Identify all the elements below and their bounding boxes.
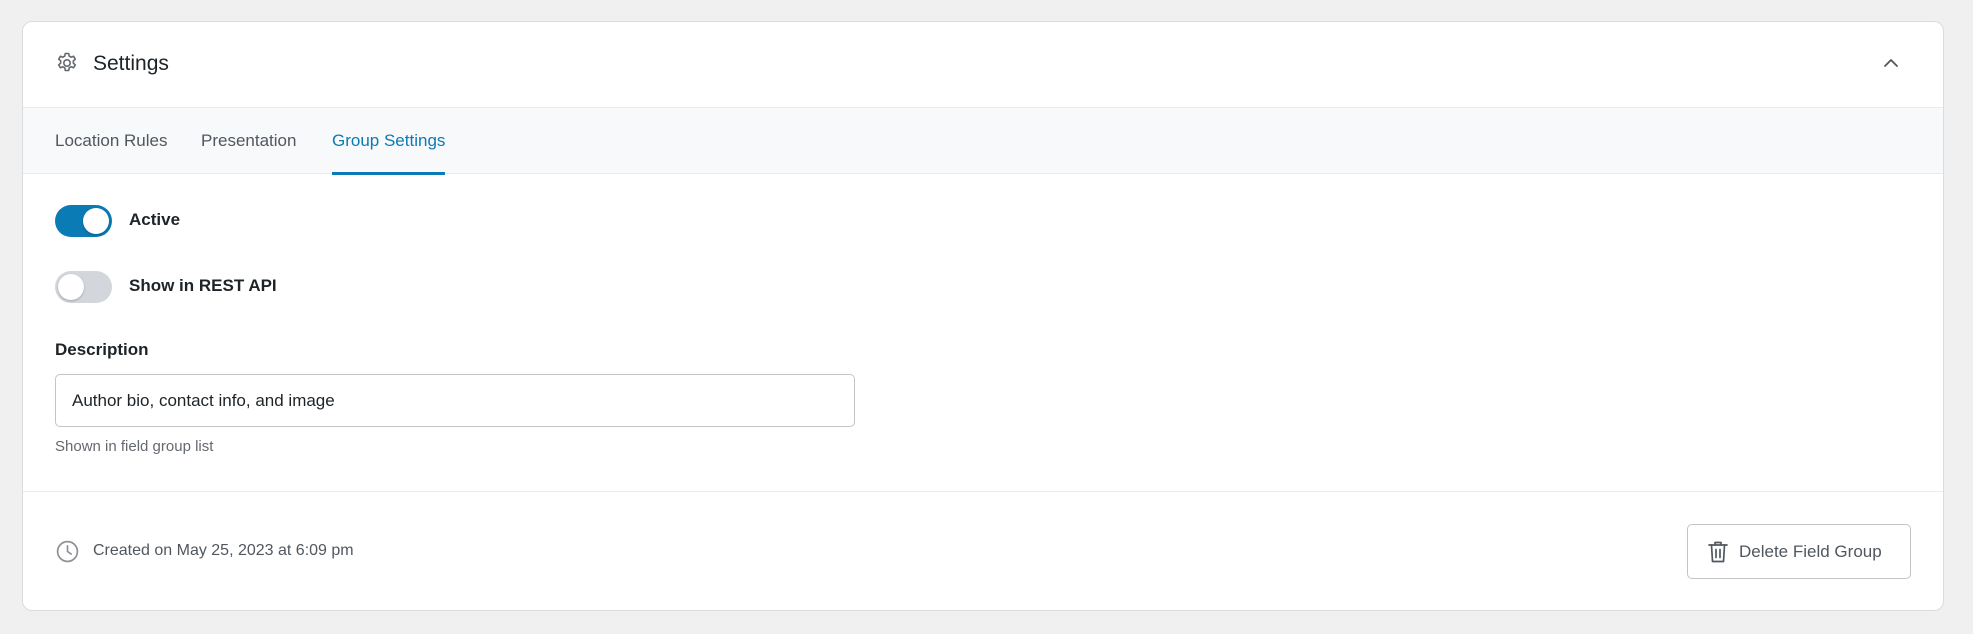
active-toggle[interactable] — [55, 205, 112, 237]
clock-icon — [55, 539, 80, 564]
panel-header[interactable]: Settings — [23, 22, 1943, 108]
description-field[interactable] — [55, 374, 855, 427]
trash-icon — [1706, 539, 1730, 565]
active-label: Active — [129, 210, 181, 229]
created-date: Created on May 25, 2023 at 6:09 pm — [93, 542, 354, 559]
gear-icon — [55, 51, 79, 75]
toggle-knob — [83, 208, 109, 234]
delete-field-group-button[interactable]: Delete Field Group — [1687, 524, 1911, 579]
tab-presentation[interactable]: Presentation — [201, 108, 296, 174]
toggle-knob — [58, 274, 84, 300]
description-label: Description — [55, 340, 149, 359]
delete-button-label: Delete Field Group — [1739, 542, 1882, 561]
chevron-up-icon[interactable] — [1879, 51, 1903, 75]
panel-title: Settings — [93, 52, 169, 75]
footer-divider — [23, 491, 1943, 492]
rest-api-toggle[interactable] — [55, 271, 112, 303]
settings-panel: Settings Location Rules Presentation Gro… — [22, 21, 1944, 611]
tab-location-rules[interactable]: Location Rules — [55, 108, 167, 174]
tab-group-settings[interactable]: Group Settings — [332, 108, 446, 175]
rest-api-label: Show in REST API — [129, 276, 277, 295]
tab-bar: Location Rules Presentation Group Settin… — [23, 108, 1943, 175]
description-hint: Shown in field group list — [55, 438, 214, 455]
